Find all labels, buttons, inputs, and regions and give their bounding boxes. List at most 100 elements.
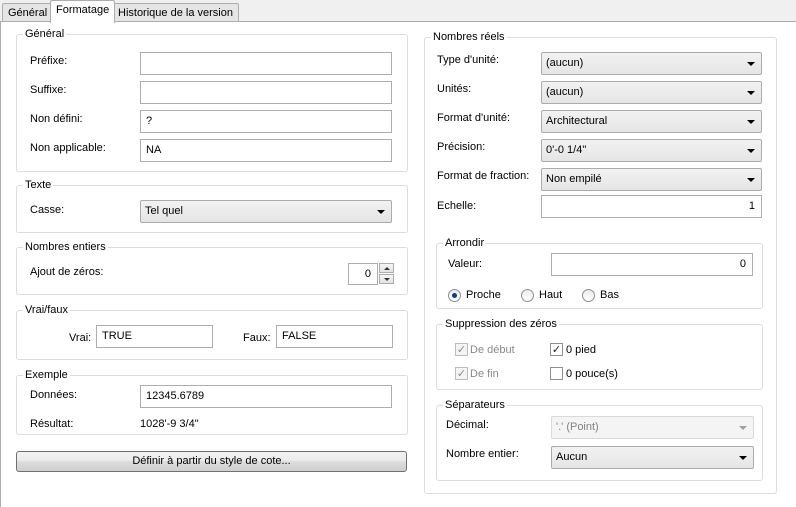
trailing-zeros-checkbox[interactable]: ✓ <box>455 367 468 380</box>
rounding-value-input[interactable]: 0 <box>551 253 753 276</box>
separators-group: Séparateurs Décimal: '.' (Point) Nombre … <box>436 398 763 481</box>
fraction-format-value: Non empilé <box>546 173 602 185</box>
text-group: Texte Casse: Tel quel <box>16 178 408 233</box>
precision-dropdown[interactable]: 0'-0 1/4" <box>541 139 762 162</box>
decimal-separator-dropdown[interactable]: '.' (Point) <box>551 416 754 439</box>
tab-general-label: Général <box>8 7 48 19</box>
true-input[interactable]: TRUE <box>96 325 213 348</box>
truefalse-group: Vrai/faux Vrai: TRUE Faux: FALSE <box>16 303 408 360</box>
units-value: (aucun) <box>546 86 584 98</box>
unit-type-value: (aucun) <box>546 57 584 69</box>
prefix-input[interactable] <box>140 52 392 75</box>
rounding-nearest-radio[interactable] <box>448 289 461 302</box>
rounding-up-radio[interactable] <box>521 289 534 302</box>
unit-type-dropdown[interactable]: (aucun) <box>541 52 762 75</box>
leading-zeros-label[interactable]: De début <box>470 343 515 357</box>
text-legend: Texte <box>23 178 54 192</box>
precision-value: 0'-0 1/4" <box>546 144 587 156</box>
chevron-down-icon <box>747 91 755 95</box>
zero-suppression-group: Suppression des zéros ✓ De début ✓ 0 pie… <box>436 317 763 390</box>
separators-legend: Séparateurs <box>443 398 507 412</box>
precision-label: Précision: <box>437 141 486 153</box>
undefined-input[interactable]: ? <box>140 110 392 133</box>
inches-zeros-checkbox[interactable] <box>550 367 563 380</box>
true-label: Vrai: <box>69 332 92 344</box>
set-from-dimstyle-button[interactable]: Définir à partir du style de cote... <box>16 451 407 472</box>
spin-up-button[interactable] <box>379 263 394 273</box>
unit-format-label: Format d'unité: <box>437 112 511 124</box>
fraction-format-dropdown[interactable]: Non empilé <box>541 168 762 191</box>
decimal-separator-value: '.' (Point) <box>556 421 599 433</box>
case-value: Tel quel <box>145 205 183 217</box>
checkmark-icon: ✓ <box>456 367 467 380</box>
na-input[interactable]: NA <box>140 139 392 162</box>
spin-down-button[interactable] <box>379 274 394 284</box>
zero-suppression-legend: Suppression des zéros <box>443 317 559 331</box>
example-group: Exemple Données: 12345.6789 Résultat: 10… <box>16 368 408 435</box>
tab-general[interactable]: Général <box>2 3 54 22</box>
example-legend: Exemple <box>23 368 70 382</box>
case-dropdown[interactable]: Tel quel <box>140 200 392 223</box>
prefix-label: Préfixe: <box>30 55 68 67</box>
feet-zeros-label[interactable]: 0 pied <box>566 343 596 357</box>
false-input[interactable]: FALSE <box>276 325 393 348</box>
zero-padding-label: Ajout de zéros: <box>30 266 104 278</box>
chevron-down-icon <box>747 62 755 66</box>
integer-separator-dropdown[interactable]: Aucun <box>551 446 754 469</box>
rounding-down-radio[interactable] <box>582 289 595 302</box>
chevron-down-icon <box>747 178 755 182</box>
arrow-down-icon <box>384 278 390 281</box>
arrow-up-icon <box>384 267 390 270</box>
general-group: Général Préfixe: Suffixe: Non défini: ? … <box>16 27 408 172</box>
rounding-down-label[interactable]: Bas <box>600 288 619 302</box>
unit-format-value: Architectural <box>546 115 608 127</box>
case-label: Casse: <box>30 204 65 216</box>
tab-history[interactable]: Historique de la version <box>112 3 239 22</box>
feet-zeros-checkbox[interactable]: ✓ <box>550 343 563 356</box>
checkmark-icon: ✓ <box>551 343 562 356</box>
zero-padding-input[interactable]: 0 <box>348 263 378 285</box>
rounding-up-label[interactable]: Haut <box>539 288 562 302</box>
formatting-panel: Général Préfixe: Suffixe: Non défini: ? … <box>0 21 796 507</box>
chevron-down-icon <box>739 426 747 430</box>
suffix-label: Suffixe: <box>30 84 67 96</box>
chevron-down-icon <box>747 120 755 124</box>
truefalse-legend: Vrai/faux <box>23 303 71 317</box>
inches-zeros-label[interactable]: 0 pouce(s) <box>566 367 618 381</box>
general-legend: Général <box>23 27 67 41</box>
scale-label: Echelle: <box>437 200 477 212</box>
zero-padding-spinner[interactable] <box>379 263 394 284</box>
suffix-input[interactable] <box>140 81 392 104</box>
result-value: 1028'-9 3/4" <box>140 418 199 430</box>
unit-type-label: Type d'unité: <box>437 54 500 66</box>
rounding-value-label: Valeur: <box>448 258 483 270</box>
rounding-nearest-label[interactable]: Proche <box>466 288 501 302</box>
chevron-down-icon <box>747 149 755 153</box>
tab-formatting-label: Formatage <box>56 4 110 16</box>
decimal-separator-label: Décimal: <box>446 419 489 431</box>
units-label: Unités: <box>437 83 472 95</box>
checkmark-icon: ✓ <box>456 343 467 356</box>
data-input[interactable]: 12345.6789 <box>140 385 392 408</box>
chevron-down-icon <box>377 210 385 214</box>
false-label: Faux: <box>243 332 271 344</box>
trailing-zeros-label[interactable]: De fin <box>470 367 499 381</box>
rounding-legend: Arrondir <box>443 236 487 250</box>
tab-history-label: Historique de la version <box>118 7 233 19</box>
integer-separator-label: Nombre entier: <box>446 448 519 460</box>
reals-legend: Nombres réels <box>431 30 507 44</box>
tab-formatting[interactable]: Formatage <box>50 0 116 23</box>
rounding-group: Arrondir Valeur: 0 Proche Haut Bas <box>436 236 763 309</box>
scale-input[interactable]: 1 <box>541 195 762 218</box>
fraction-format-label: Format de fraction: <box>437 170 530 182</box>
leading-zeros-checkbox[interactable]: ✓ <box>455 343 468 356</box>
integers-group: Nombres entiers Ajout de zéros: 0 <box>16 240 408 295</box>
na-label: Non applicable: <box>30 142 106 154</box>
integers-legend: Nombres entiers <box>23 240 108 254</box>
unit-format-dropdown[interactable]: Architectural <box>541 110 762 133</box>
result-label: Résultat: <box>30 418 74 430</box>
undefined-label: Non défini: <box>30 113 83 125</box>
chevron-down-icon <box>739 456 747 460</box>
units-dropdown[interactable]: (aucun) <box>541 81 762 104</box>
integer-separator-value: Aucun <box>556 451 588 463</box>
